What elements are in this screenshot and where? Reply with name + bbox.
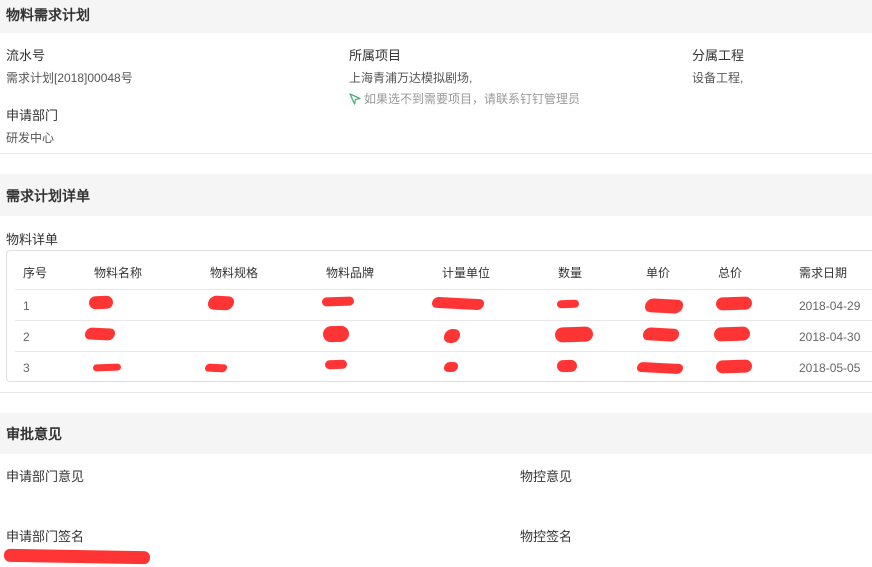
redaction-mark — [88, 295, 114, 310]
dept-label: 申请部门 — [6, 108, 59, 123]
section-divider — [0, 153, 872, 154]
redaction-mark — [321, 296, 355, 307]
row-2-date: 2018-04-30 — [799, 330, 861, 344]
serial-label: 流水号 — [6, 48, 46, 63]
redaction-mark — [207, 295, 235, 311]
col-header-qty: 数量 — [558, 266, 583, 280]
row-divider — [15, 351, 872, 352]
redaction-mark — [644, 298, 684, 314]
sub-project-value: 设备工程, — [692, 71, 744, 85]
redaction-mark — [556, 299, 580, 309]
redaction-mark — [554, 326, 594, 343]
material-table: 序号 物料名称 物料规格 物料品牌 计量单位 数量 单价 总价 需求日期 1 2… — [6, 250, 872, 382]
material-list-title: 物料详单 — [6, 232, 59, 247]
section-header-plan: 物料需求计划 — [0, 0, 872, 33]
redaction-mark — [715, 359, 753, 374]
col-header-total: 总价 — [718, 266, 743, 280]
project-hint: 如果选不到需要项目，请联系钉钉管理员 — [349, 90, 580, 107]
redaction-mark — [443, 328, 461, 344]
row-1-date: 2018-04-29 — [799, 299, 861, 313]
redaction-mark — [324, 359, 348, 370]
redaction-mark — [556, 359, 578, 373]
section-header-approval: 审批意见 — [0, 413, 872, 454]
redaction-mark — [636, 361, 684, 375]
serial-value: 需求计划[2018]00048号 — [6, 71, 133, 85]
row-2-no: 2 — [23, 330, 30, 344]
col-header-price: 单价 — [646, 266, 671, 280]
project-hint-text: 如果选不到需要项目，请联系钉钉管理员 — [364, 92, 581, 106]
col-header-name: 物料名称 — [94, 266, 143, 280]
row-divider — [15, 320, 872, 321]
redaction-mark — [431, 296, 485, 311]
redaction-mark — [713, 326, 751, 342]
redaction-mark — [642, 327, 680, 342]
row-1-no: 1 — [23, 299, 30, 313]
dept-opinion-label: 申请部门意见 — [6, 469, 85, 484]
dept-sign-label: 申请部门签名 — [6, 529, 85, 544]
pointer-icon — [349, 93, 361, 105]
redaction-mark — [443, 361, 459, 373]
redaction-mark — [715, 296, 753, 311]
col-header-date: 需求日期 — [799, 266, 848, 280]
redaction-mark — [92, 363, 122, 372]
project-value: 上海青浦万达模拟剧场, — [349, 71, 473, 85]
project-label: 所属项目 — [349, 48, 402, 63]
row-divider — [15, 289, 872, 290]
redaction-mark — [322, 325, 350, 343]
redaction-mark — [204, 363, 228, 373]
sub-project-label: 分属工程 — [692, 48, 745, 63]
col-header-brand: 物料品牌 — [326, 266, 375, 280]
control-opinion-label: 物控意见 — [520, 469, 573, 484]
section-divider — [0, 392, 872, 393]
dept-value: 研发中心 — [6, 131, 55, 145]
row-3-date: 2018-05-05 — [799, 361, 861, 375]
col-header-unit: 计量单位 — [442, 266, 491, 280]
col-header-spec: 物料规格 — [210, 266, 259, 280]
row-3-no: 3 — [23, 361, 30, 375]
control-sign-label: 物控签名 — [520, 529, 573, 544]
section-header-detail: 需求计划详单 — [0, 174, 872, 216]
signature-redaction — [3, 548, 151, 565]
col-header-no: 序号 — [23, 266, 48, 280]
redaction-mark — [84, 327, 116, 341]
